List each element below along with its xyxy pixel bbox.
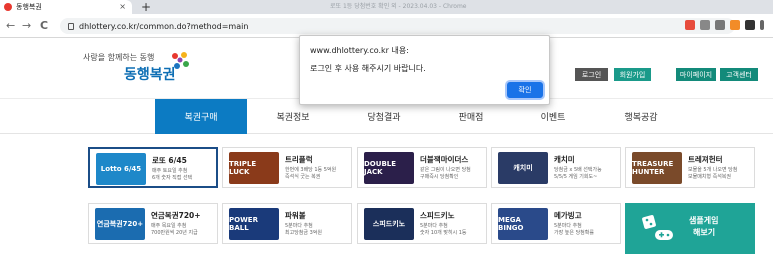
game-card[interactable]: 스피드키노 스피드키노 5분마다 추첨 숫자 10개 맞히시 1등 [357,203,487,244]
game-thumbnail: 연금복권720+ [95,208,145,240]
logo-mark-icon [172,52,189,69]
join-button[interactable]: 회원가입 [614,68,651,81]
support-button[interactable]: 고객센터 [720,68,758,81]
game-title: 파워볼 [285,211,306,220]
address-bar[interactable]: dhlottery.co.kr/common.do?method=main [60,18,735,34]
address-url: dhlottery.co.kr/common.do?method=main [79,21,249,31]
game-desc-line2: 즉석식 굿는 복권 [285,174,321,180]
extension-icon[interactable] [700,20,710,30]
game-desc-line1: 보물을 5개 나오면 당첨 [688,167,738,173]
dialog-message: 로그인 후 사용 해주시기 바랍니다. [310,64,426,73]
alert-dialog: www.dhlottery.co.kr 내용: 로그인 후 사용 해주시기 바랍… [299,35,550,105]
sample-game-label: 샘플게임 [689,216,719,225]
game-title: 메가빙고 [554,211,582,220]
extension-icon[interactable] [715,20,725,30]
menu-kebab-icon[interactable] [760,20,764,30]
game-desc-line1: 매주 토요일 추첨 [152,168,188,174]
game-desc-line1: 같은 그림이 나오면 당첨 [420,167,471,173]
game-desc-line1: 당첨금 x 5배 선택가능 [554,167,602,173]
browser-tab[interactable]: 동행복권 × [0,0,132,14]
game-description: 매주 토요일 추첨 6개 숫자 직접 선택 [152,168,192,182]
game-card[interactable]: DOUBLE JACK 더블잭마이더스같은 그림이 나오면 당첨 구매즉시 당첨확인 [357,147,487,188]
game-title: 스피드키노 [420,211,455,220]
tab-title: 동행복권 [16,3,42,11]
game-desc-line2: 숫자 10개 맞히시 1등 [420,230,467,236]
game-desc-line2: 6개 숫자 직접 선택 [152,175,193,181]
game-description: 보물을 5개 나오면 당첨 보물매치형 즉석복권 [688,167,737,181]
site-favicon-icon [4,3,12,11]
site-logo[interactable]: 동행복권 [124,64,176,84]
extension-icon[interactable] [730,20,740,30]
game-desc-line2: 보물매치형 즉석복권 [688,174,731,180]
game-desc-line1: 5분마다 추첨 [554,223,582,229]
game-description: 5분마다 추첨 숫자 10개 맞히시 1등 [420,223,467,237]
profile-icon[interactable] [745,20,755,30]
sample-game-label-2: 해보기 [693,228,716,237]
game-thumbnail: DOUBLE JACK [364,152,414,184]
game-thumbnail: 스피드키노 [364,208,414,240]
window-title: 로또 1등 당첨번호 확인 외 - 2023.04.03 - Chrome [330,3,467,10]
game-desc-line2: 가장 높은 당첨확률 [554,230,594,236]
new-tab-button[interactable]: + [141,0,151,14]
mypage-button[interactable]: 마이페이지 [676,68,716,81]
game-title: 캐치미 [554,155,575,164]
game-thumbnail: TREASURE HUNTER [632,152,682,184]
game-card[interactable]: 연금복권720+ 연금복권720+ 매주 목요일 추첨 700만원씩 20년 지급 [88,203,218,244]
browser-tabstrip: 동행복권 × + 로또 1등 당첨번호 확인 외 - 2023.04.03 - … [0,0,773,14]
gamepad-icon [642,215,673,240]
login-button[interactable]: 로그인 [575,68,608,81]
site-slogan: 사랑을 함께하는 동행 [83,53,155,62]
game-card[interactable]: 캐치미 캐치미 당첨금 x 5배 선택가능 5/5/5 게임 기회도~ [491,147,621,188]
game-desc-line2: 700만원씩 20년 지급 [151,230,198,236]
dialog-title: www.dhlottery.co.kr 내용: [310,46,409,55]
game-desc-line2: 최고당첨금 3억원 [285,230,322,236]
game-desc-line2: 5/5/5 게임 기회도~ [554,174,598,180]
tab-close-icon[interactable]: × [119,2,126,11]
game-description: 매주 목요일 추첨 700만원씩 20년 지급 [151,223,198,237]
game-title: 로또 6/45 [152,156,187,165]
game-title: 트레져헌터 [688,155,723,164]
game-desc-line1: 한번에 3배당 1등 5억원 [285,167,337,173]
lock-icon [68,22,74,30]
game-description: 한번에 3배당 1등 5억원 즉석식 굿는 복권 [285,167,336,181]
game-title: 트리플럭 [285,155,313,164]
game-description: 5분마다 추첨 가장 높은 당첨확률 [554,223,594,237]
game-thumbnail: TRIPLE LUCK [229,152,279,184]
game-card[interactable]: Lotto 6/45 로또 6/45 매주 토요일 추첨 6개 숫자 직접 선택 [88,147,218,188]
sample-game-button[interactable]: 샘플게임 해보기 [625,203,755,254]
reload-icon[interactable]: C [40,19,48,32]
game-desc-line1: 5분마다 추첨 [420,223,448,229]
game-card[interactable]: MEGA BINGO 메가빙고 5분마다 추첨 가장 높은 당첨확률 [491,203,621,244]
game-thumbnail: Lotto 6/45 [96,153,146,185]
game-card[interactable]: TREASURE HUNTER 트레져헌터보물을 5개 나오면 당첨 보물매치형 즉… [625,147,755,188]
game-title: 더블잭마이더스 [420,155,469,164]
extension-icon[interactable] [685,20,695,30]
game-card[interactable]: POWER BALL 파워볼 5분마다 추첨 최고당첨금 3억원 [222,203,352,244]
game-desc-line2: 구매즉시 당첨확인 [420,174,459,180]
game-description: 당첨금 x 5배 선택가능 5/5/5 게임 기회도~ [554,167,602,181]
game-thumbnail: MEGA BINGO [498,208,548,240]
game-title: 연금복권720+ [151,211,201,220]
game-description: 5분마다 추첨 최고당첨금 3억원 [285,223,322,237]
game-card[interactable]: TRIPLE LUCK 트리플럭한번에 3배당 1등 5억원 즉석식 굿는 복권 [222,147,352,188]
nav-item-buy[interactable]: 복권구매 [155,99,247,134]
game-thumbnail: 캐치미 [498,152,548,184]
dialog-ok-button[interactable]: 확인 [507,82,543,98]
game-desc-line1: 5분마다 추첨 [285,223,313,229]
back-arrow-icon[interactable]: ← [6,19,15,32]
game-description: 같은 그림이 나오면 당첨 구매즉시 당첨확인 [420,167,471,181]
nav-item-happiness[interactable]: 행복공감 [595,99,687,134]
forward-arrow-icon[interactable]: → [22,19,31,32]
game-thumbnail: POWER BALL [229,208,279,240]
game-desc-line1: 매주 목요일 추첨 [151,223,187,229]
